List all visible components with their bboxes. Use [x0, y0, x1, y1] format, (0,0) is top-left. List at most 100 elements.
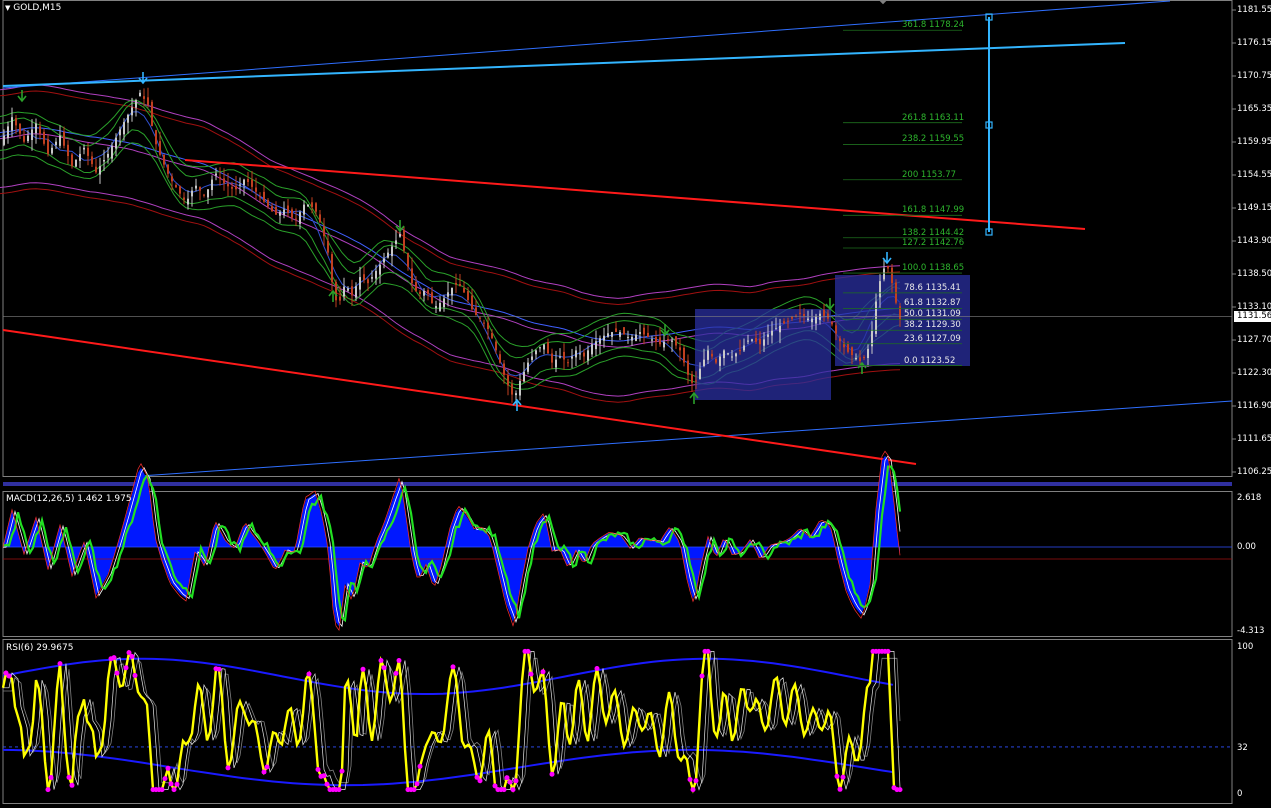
candle-body: [279, 212, 281, 216]
candle-body: [799, 312, 801, 314]
fib-level-label: 50.0 1131.09: [904, 309, 961, 320]
candle-body: [355, 286, 357, 298]
candle-body: [623, 327, 625, 335]
fib-level-label: 161.8 1147.99: [902, 205, 965, 216]
candle-body: [131, 107, 133, 116]
macd-pane[interactable]: [2, 450, 1232, 632]
candle-body: [151, 101, 153, 126]
candle-body: [263, 191, 265, 202]
candle-body: [815, 316, 817, 324]
candle-body: [619, 332, 621, 337]
candle-body: [107, 153, 109, 158]
rsi-extreme-dot: [393, 670, 399, 676]
candle-body: [3, 135, 5, 145]
price-tick-label: 1111.65: [1237, 434, 1271, 444]
candle-body: [395, 240, 397, 244]
rsi-pane[interactable]: [1, 648, 1232, 794]
candle-body: [731, 356, 733, 358]
candle-body: [551, 353, 553, 363]
candle-body: [51, 147, 53, 154]
candle-body: [587, 350, 589, 361]
candle-body: [135, 100, 137, 108]
chart-canvas[interactable]: [0, 0, 1271, 804]
candle-body: [719, 356, 721, 366]
price-tick-label: 1138.50: [1237, 269, 1271, 279]
rsi-extreme-dot: [510, 787, 516, 793]
candle-body: [119, 129, 121, 136]
candle-body: [679, 347, 681, 351]
candle-body: [195, 185, 197, 189]
rsi-extreme-dot: [6, 673, 12, 679]
candle-body: [675, 336, 677, 346]
candle-body: [447, 292, 449, 297]
candle-body: [35, 123, 37, 134]
candle-body: [523, 371, 525, 382]
candle-body: [703, 359, 705, 366]
rsi-extreme-dot: [159, 787, 165, 793]
candle-body: [375, 270, 377, 279]
candle-body: [19, 123, 21, 134]
rsi-extreme-dot: [261, 769, 267, 775]
price-tick-label: 1176.15: [1237, 38, 1271, 48]
candle-body: [631, 336, 633, 341]
macd-histogram-fill: [3, 455, 900, 627]
rsi-extreme-dot: [339, 768, 345, 774]
candle-body: [87, 147, 89, 156]
candle-body: [827, 313, 829, 319]
candle-body: [487, 322, 489, 329]
candle-body: [403, 230, 405, 251]
rsi-title: RSI(6) 29.9675: [6, 643, 74, 653]
macd-tick-label: 0.00: [1237, 542, 1256, 552]
candle-body: [851, 347, 853, 355]
fib-level-label: 261.8 1163.11: [902, 112, 965, 123]
candle-body: [887, 266, 889, 269]
candle-body: [367, 279, 369, 284]
candle-body: [751, 339, 753, 341]
anchor-marker: [878, 0, 888, 5]
candle-body: [271, 206, 273, 212]
rsi-extreme-dot: [48, 775, 54, 780]
price-tick-label: 1154.55: [1237, 170, 1271, 180]
rsi-extreme-dot: [165, 765, 171, 771]
candle-body: [723, 350, 725, 359]
fib-level-label: 138.2 1144.42: [902, 227, 965, 238]
rsi-extreme-dot: [840, 774, 846, 780]
candle-body: [371, 277, 373, 279]
fib-level-label: 61.8 1132.87: [904, 298, 961, 309]
candle-body: [495, 341, 497, 351]
candle-body: [247, 179, 249, 182]
candle-body: [443, 298, 445, 307]
rsi-extreme-dot: [381, 665, 387, 671]
candle-body: [863, 357, 865, 359]
candle-body: [75, 160, 77, 167]
macd-tick-label: 2.618: [1237, 493, 1262, 503]
candle-body: [859, 357, 861, 362]
candle-body: [831, 322, 833, 325]
dropdown-triangle-icon[interactable]: ▼: [5, 4, 10, 12]
rsi-extreme-dot: [57, 661, 63, 667]
candle-body: [855, 358, 857, 360]
rsi-tick-label: 0: [1237, 789, 1243, 799]
candle-body: [591, 344, 593, 355]
symbol-title: ▼ GOLD,M15: [5, 3, 61, 13]
candle-body: [595, 341, 597, 350]
rsi-extreme-dot: [699, 673, 705, 679]
rsi-extreme-dot: [378, 658, 384, 663]
chart-window[interactable]: ▼ GOLD,M15 MACD(12,26,5) 1.462 1.975 RSI…: [0, 0, 1271, 804]
candle-body: [423, 290, 425, 296]
price-tick-label: 1106.25: [1237, 467, 1271, 477]
candle-body: [191, 190, 193, 197]
price-pane[interactable]: [0, 0, 1236, 477]
candle-body: [711, 353, 713, 357]
candle-body: [531, 356, 533, 360]
candle-body: [763, 339, 765, 346]
candle-body: [11, 117, 13, 131]
candle-body: [175, 185, 177, 188]
candle-body: [611, 332, 613, 337]
candle-body: [559, 356, 561, 358]
candle-body: [439, 303, 441, 311]
rsi-extreme-dot: [132, 673, 138, 678]
price-tick-label: 1127.70: [1237, 335, 1271, 345]
candle-body: [79, 153, 81, 161]
candle-body: [27, 135, 29, 142]
